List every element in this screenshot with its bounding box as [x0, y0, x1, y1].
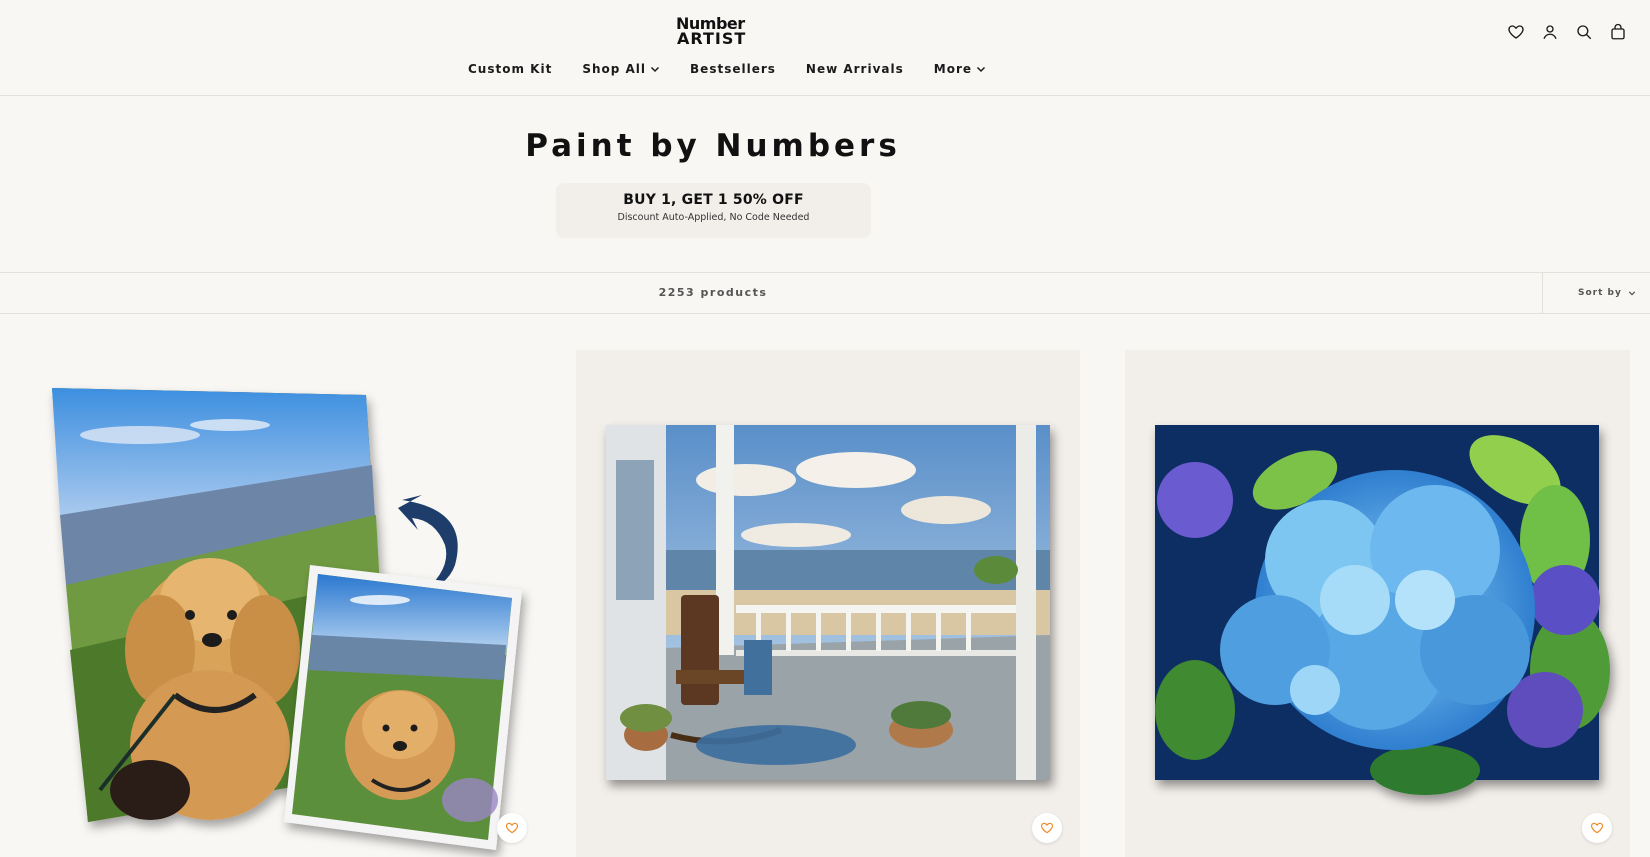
- logo-line-2: ARTIST: [677, 29, 747, 48]
- nav-item-bestsellers[interactable]: Bestsellers: [690, 62, 776, 76]
- search-icon[interactable]: [1574, 22, 1594, 42]
- header-actions: [1506, 22, 1628, 42]
- product-image[interactable]: [0, 350, 545, 857]
- wishlist-button[interactable]: [1582, 813, 1612, 843]
- promo-subtext: Discount Auto-Applied, No Code Needed: [617, 212, 810, 223]
- page-title: Paint by Numbers: [525, 128, 901, 164]
- collection-toolbar: 2253 products Sort by: [0, 272, 1650, 314]
- product-card[interactable]: [1125, 350, 1630, 857]
- nav-label: Bestsellers: [690, 62, 776, 76]
- sort-by-button[interactable]: Sort by: [1542, 273, 1650, 313]
- promo-headline: BUY 1, GET 1 50% OFF: [623, 192, 804, 208]
- product-image[interactable]: [576, 350, 1080, 857]
- heart-icon: [1040, 822, 1054, 834]
- nav-label: Shop All: [582, 62, 647, 76]
- nav-item-more[interactable]: More: [934, 62, 986, 76]
- heart-icon: [1590, 822, 1604, 834]
- site-header: Number ARTIST Custom Kit Shop All Bestse…: [0, 0, 1650, 96]
- chevron-down-icon: [651, 66, 660, 73]
- chevron-down-icon: [976, 66, 986, 73]
- account-icon[interactable]: [1540, 22, 1560, 42]
- nav-label: More: [933, 62, 973, 76]
- chevron-down-icon: [1628, 291, 1636, 296]
- nav-label: New Arrivals: [805, 62, 904, 76]
- product-image[interactable]: [1125, 350, 1630, 857]
- nav-item-shop-all[interactable]: Shop All: [582, 62, 660, 76]
- heart-icon[interactable]: [1506, 22, 1526, 42]
- wishlist-button[interactable]: [497, 813, 527, 843]
- product-card[interactable]: [0, 350, 545, 857]
- promo-banner: BUY 1, GET 1 50% OFF Discount Auto-Appli…: [556, 183, 871, 238]
- main-nav: Custom Kit Shop All Bestsellers New Arri…: [468, 62, 1016, 76]
- bag-icon[interactable]: [1608, 22, 1628, 42]
- sort-by-label: Sort by: [1578, 288, 1622, 298]
- product-card[interactable]: [576, 350, 1080, 857]
- product-count: 2253 products: [658, 286, 768, 299]
- brand-logo[interactable]: Number ARTIST: [676, 16, 754, 48]
- heart-icon: [505, 822, 519, 834]
- nav-item-new-arrivals[interactable]: New Arrivals: [806, 62, 904, 76]
- nav-item-custom-kit[interactable]: Custom Kit: [468, 62, 552, 76]
- nav-label: Custom Kit: [468, 62, 553, 76]
- wishlist-button[interactable]: [1032, 813, 1062, 843]
